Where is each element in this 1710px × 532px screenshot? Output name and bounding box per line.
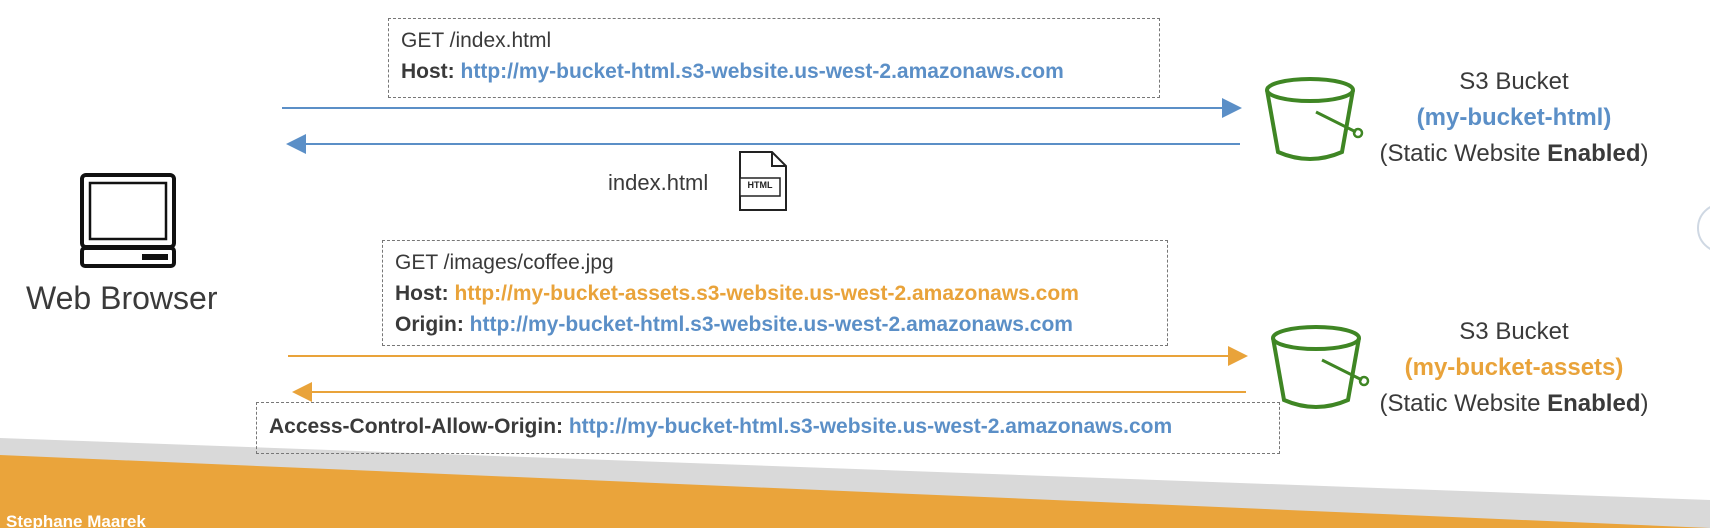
response-header-box: Access-Control-Allow-Origin: http://my-b… xyxy=(256,402,1280,454)
host-line-2: Host: http://my-bucket-assets.s3-website… xyxy=(395,278,1155,309)
bucket-1-status-suffix: ) xyxy=(1640,140,1649,167)
bucket-2-status-bold: Enabled xyxy=(1547,390,1641,417)
computer-monitor-icon xyxy=(80,173,176,268)
bucket-2-status: (Static Website Enabled) xyxy=(1364,386,1664,422)
acao-value: http://my-bucket-html.s3-website.us-west… xyxy=(568,415,1173,438)
bucket-1-title: S3 Bucket xyxy=(1459,68,1569,95)
browser-label: Web Browser xyxy=(26,280,218,316)
bucket-2-info: S3 Bucket (my-bucket-assets) (Static Web… xyxy=(1364,314,1664,422)
acao-label: Access-Control-Allow-Origin: xyxy=(269,415,564,438)
host-label-2: Host: xyxy=(395,282,449,305)
bucket-1-name: (my-bucket-html) xyxy=(1416,104,1612,131)
bucket-1-status: (Static Website Enabled) xyxy=(1364,136,1664,172)
s3-bucket-icon-2 xyxy=(1271,325,1370,409)
host-line-1: Host: http://my-bucket-html.s3-website.u… xyxy=(401,56,1147,87)
origin-label: Origin: xyxy=(395,313,464,336)
host-value-2: http://my-bucket-assets.s3-website.us-we… xyxy=(454,282,1079,305)
bucket-1-status-prefix: (Static Website xyxy=(1379,140,1548,167)
edge-partial-icon xyxy=(1697,206,1710,250)
request-box-1: GET /index.html Host: http://my-bucket-h… xyxy=(388,18,1160,98)
bucket-2-name: (my-bucket-assets) xyxy=(1404,354,1624,381)
origin-value: http://my-bucket-html.s3-website.us-west… xyxy=(469,313,1073,336)
response-file-label: index.html xyxy=(608,170,709,195)
footer-author: Stephane Maarek xyxy=(6,512,146,531)
host-value-1: http://my-bucket-html.s3-website.us-west… xyxy=(460,60,1064,83)
bucket-1-status-bold: Enabled xyxy=(1547,140,1641,167)
html-file-icon-label: HTML xyxy=(747,180,773,190)
request-box-2: GET /images/coffee.jpg Host: http://my-b… xyxy=(382,240,1168,346)
origin-line: Origin: http://my-bucket-html.s3-website… xyxy=(395,309,1155,340)
host-label-1: Host: xyxy=(401,60,455,83)
s3-bucket-icon-1 xyxy=(1265,77,1364,161)
request-line-1: GET /index.html xyxy=(401,29,552,52)
bucket-2-title: S3 Bucket xyxy=(1459,318,1569,345)
bucket-2-status-suffix: ) xyxy=(1640,390,1649,417)
request-line-2: GET /images/coffee.jpg xyxy=(395,251,614,274)
bucket-2-status-prefix: (Static Website xyxy=(1379,390,1548,417)
bucket-1-info: S3 Bucket (my-bucket-html) (Static Websi… xyxy=(1364,64,1664,172)
